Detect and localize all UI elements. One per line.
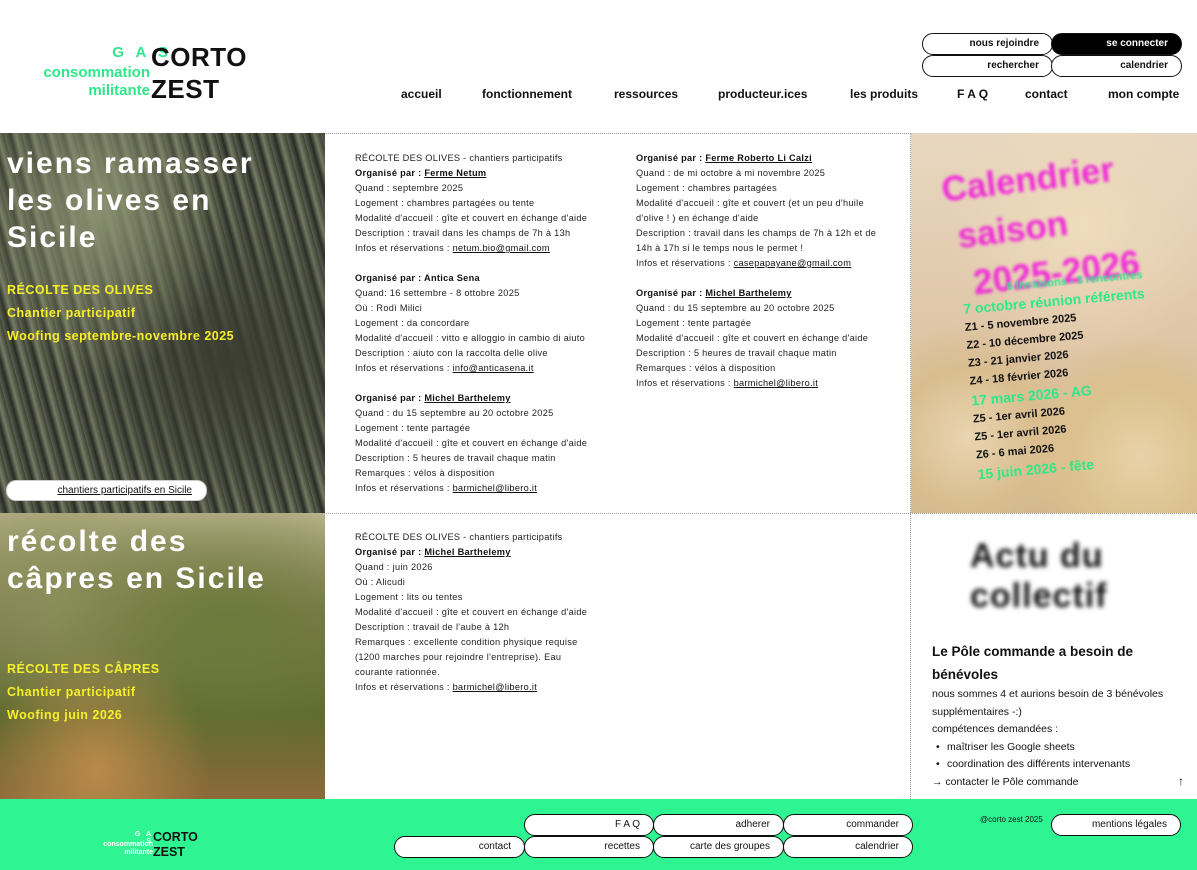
org-link[interactable]: Michel Barthelemy bbox=[705, 288, 791, 298]
capres-image: récolte des câpres en Sicile RÉCOLTE DES… bbox=[0, 513, 325, 799]
email-link[interactable]: barmichel@libero.it bbox=[734, 378, 818, 388]
actu-content: Le Pôle commande a besoin de bénévoles n… bbox=[932, 640, 1190, 791]
footer-calendrier[interactable]: calendrier bbox=[783, 836, 913, 858]
olives-image: viens ramasser les olives en Sicile RÉCO… bbox=[0, 133, 325, 513]
footer-logo-zest: ZEST bbox=[153, 845, 185, 859]
email-link[interactable]: barmichel@libero.it bbox=[453, 682, 537, 692]
logo-consommation: consommation bbox=[43, 64, 150, 81]
email-link[interactable]: info@anticasena.it bbox=[453, 363, 534, 373]
email-link[interactable]: casepapayane@gmail.com bbox=[734, 258, 852, 268]
join-button[interactable]: nous rejoindre bbox=[922, 33, 1053, 55]
footer-logo-corto: CORTO bbox=[153, 830, 198, 844]
olives-chantiers-button[interactable]: chantiers participatifs en Sicile bbox=[6, 480, 207, 501]
olives-info-col2: Organisé par : Ferme Roberto Li Calzi Qu… bbox=[636, 153, 877, 388]
nav-faq[interactable]: F A Q bbox=[957, 87, 988, 101]
olives-title: viens ramasser les olives en Sicile bbox=[7, 147, 254, 254]
capres-tags: RÉCOLTE DES CÂPRES Chantier participatif… bbox=[7, 662, 160, 722]
nav-mon-compte[interactable]: mon compte bbox=[1108, 87, 1179, 101]
capres-title: récolte des câpres en Sicile bbox=[7, 525, 266, 595]
footer-logo-consommation: consommation bbox=[103, 841, 153, 848]
footer-commander[interactable]: commander bbox=[783, 814, 913, 836]
footer-faq[interactable]: F A Q bbox=[524, 814, 654, 836]
skills-list: maîtriser les Google sheets coordination… bbox=[932, 739, 1190, 774]
org-link[interactable]: Michel Barthelemy bbox=[424, 547, 510, 557]
org-link[interactable]: Michel Barthelemy bbox=[424, 393, 510, 403]
footer-logo-militante: militante bbox=[124, 849, 153, 856]
email-link[interactable]: netum.bio@gmail.com bbox=[453, 243, 550, 253]
footer-contact[interactable]: contact bbox=[394, 836, 525, 858]
olives-info-col1: RÉCOLTE DES OLIVES - chantiers participa… bbox=[355, 153, 588, 493]
footer-adherer[interactable]: adherer bbox=[653, 814, 784, 836]
nav-contact[interactable]: contact bbox=[1025, 87, 1068, 101]
nav-accueil[interactable]: accueil bbox=[401, 87, 442, 101]
footer-mentions-legales[interactable]: mentions légales bbox=[1051, 814, 1181, 836]
calendar-dates: 6 livraisons - 3 rencontres 7 octobre ré… bbox=[962, 269, 1146, 483]
scroll-top-icon[interactable]: ↑ bbox=[1178, 774, 1184, 788]
olives-tags: RÉCOLTE DES OLIVES Chantier participatif… bbox=[7, 283, 235, 343]
nav-fonctionnement[interactable]: fonctionnement bbox=[482, 87, 572, 101]
footer-carte-groupes[interactable]: carte des groupes bbox=[653, 836, 784, 858]
nav-producteurices[interactable]: producteur.ices bbox=[718, 87, 807, 101]
copyright: @corto zest 2025 bbox=[980, 815, 1043, 824]
list-item: maîtriser les Google sheets bbox=[932, 739, 1190, 757]
calendar-poster: Calendrier saison 2025-2026 6 livraisons… bbox=[911, 133, 1197, 513]
site-footer: G A S consommation militante CORTO ZEST … bbox=[0, 799, 1197, 870]
actu-title: Actu du collectif bbox=[970, 537, 1108, 615]
email-link[interactable]: barmichel@libero.it bbox=[453, 483, 537, 493]
capres-info: RÉCOLTE DES OLIVES - chantiers participa… bbox=[355, 532, 588, 692]
contact-pole-link[interactable]: → contacter le Pôle commande bbox=[932, 774, 1190, 792]
footer-recettes[interactable]: recettes bbox=[524, 836, 654, 858]
logo-militante: militante bbox=[88, 82, 150, 99]
logo-zest: ZEST bbox=[151, 74, 220, 104]
search-button[interactable]: rechercher bbox=[922, 55, 1053, 77]
nav-produits[interactable]: les produits bbox=[850, 87, 918, 101]
org-link[interactable]: Ferme Netum bbox=[424, 168, 486, 178]
list-item: coordination des différents intervenants bbox=[932, 756, 1190, 774]
logo-corto: CORTO bbox=[151, 42, 247, 72]
site-header: G A S consommation militante CORTO ZEST … bbox=[0, 0, 1197, 133]
login-button[interactable]: se connecter bbox=[1051, 33, 1182, 55]
nav-ressources[interactable]: ressources bbox=[614, 87, 678, 101]
calendar-button[interactable]: calendrier bbox=[1051, 55, 1182, 77]
org-link[interactable]: Ferme Roberto Li Calzi bbox=[705, 153, 812, 163]
